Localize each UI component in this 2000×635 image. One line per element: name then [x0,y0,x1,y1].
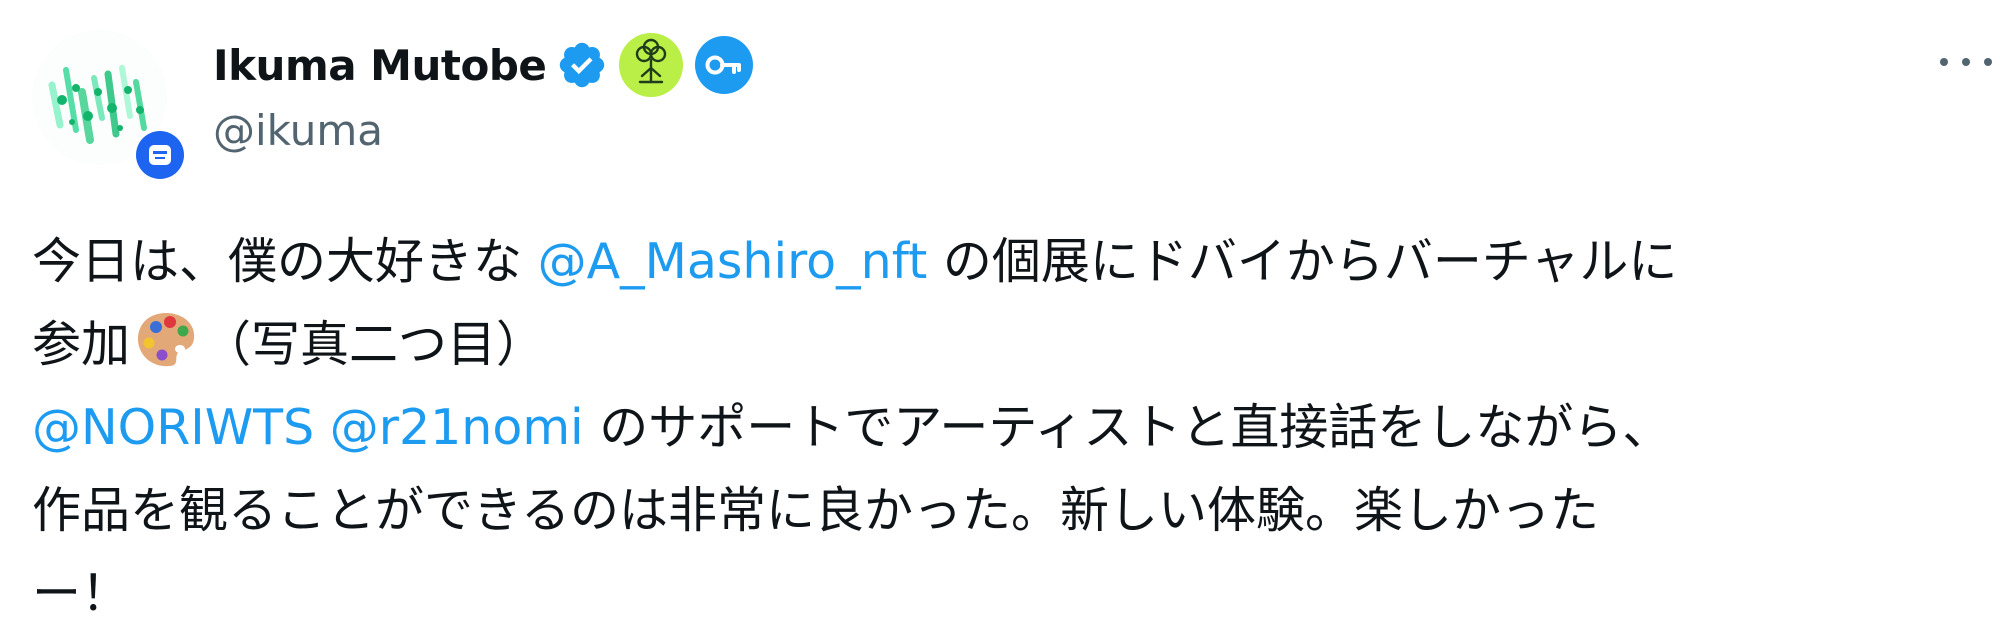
tweet-line-5: ー！ [32,565,131,622]
nft-face-badge-icon [136,131,184,179]
tweet-line-4: 作品を観ることができるのは非常に良かった。新しい体験。楽しかった [32,482,1600,539]
tweet-text-segment: 参加 [32,316,131,373]
tweet-text: 今日は、僕の大好きな @A_Mashiro_nft の個展にドバイからバーチャル… [32,220,1982,635]
author-handle[interactable]: @ikuma [213,106,383,155]
tweet-line-2: 参加 （写真二つ目） [32,303,1982,386]
more-dot [1940,58,1948,66]
artist-palette-emoji [134,309,198,394]
mention-link[interactable]: @A_Mashiro_nft [538,233,928,290]
tweet-text-segment: 今日は、僕の大好きな [32,233,538,290]
mention-link[interactable]: @NORIWTS [32,399,314,456]
avatar-badge [132,127,188,183]
tweet-line-3: @NORIWTS @r21nomi のサポートでアーティストと直接話をしながら、 [32,386,1982,469]
author-name[interactable]: Ikuma Mutobe [213,41,547,90]
tweet-text-segment: （写真二つ目） [202,316,546,373]
more-dot [1984,58,1992,66]
tree-affiliate-badge-icon[interactable] [618,32,684,98]
more-dot [1962,58,1970,66]
verified-check-icon[interactable] [556,39,608,91]
more-options-icon[interactable] [1940,42,1992,82]
key-badge-icon[interactable] [694,35,754,95]
mention-link[interactable]: @r21nomi [330,399,584,456]
avatar[interactable] [32,30,188,183]
author-name-row: Ikuma Mutobe [213,30,754,100]
tweet-line-1: 今日は、僕の大好きな @A_Mashiro_nft の個展にドバイからバーチャル… [32,220,1982,303]
tweet-text-segment: の個展にドバイからバーチャルに [927,233,1678,290]
tweet-text-segment: のサポートでアーティストと直接話をしながら、 [583,399,1672,456]
